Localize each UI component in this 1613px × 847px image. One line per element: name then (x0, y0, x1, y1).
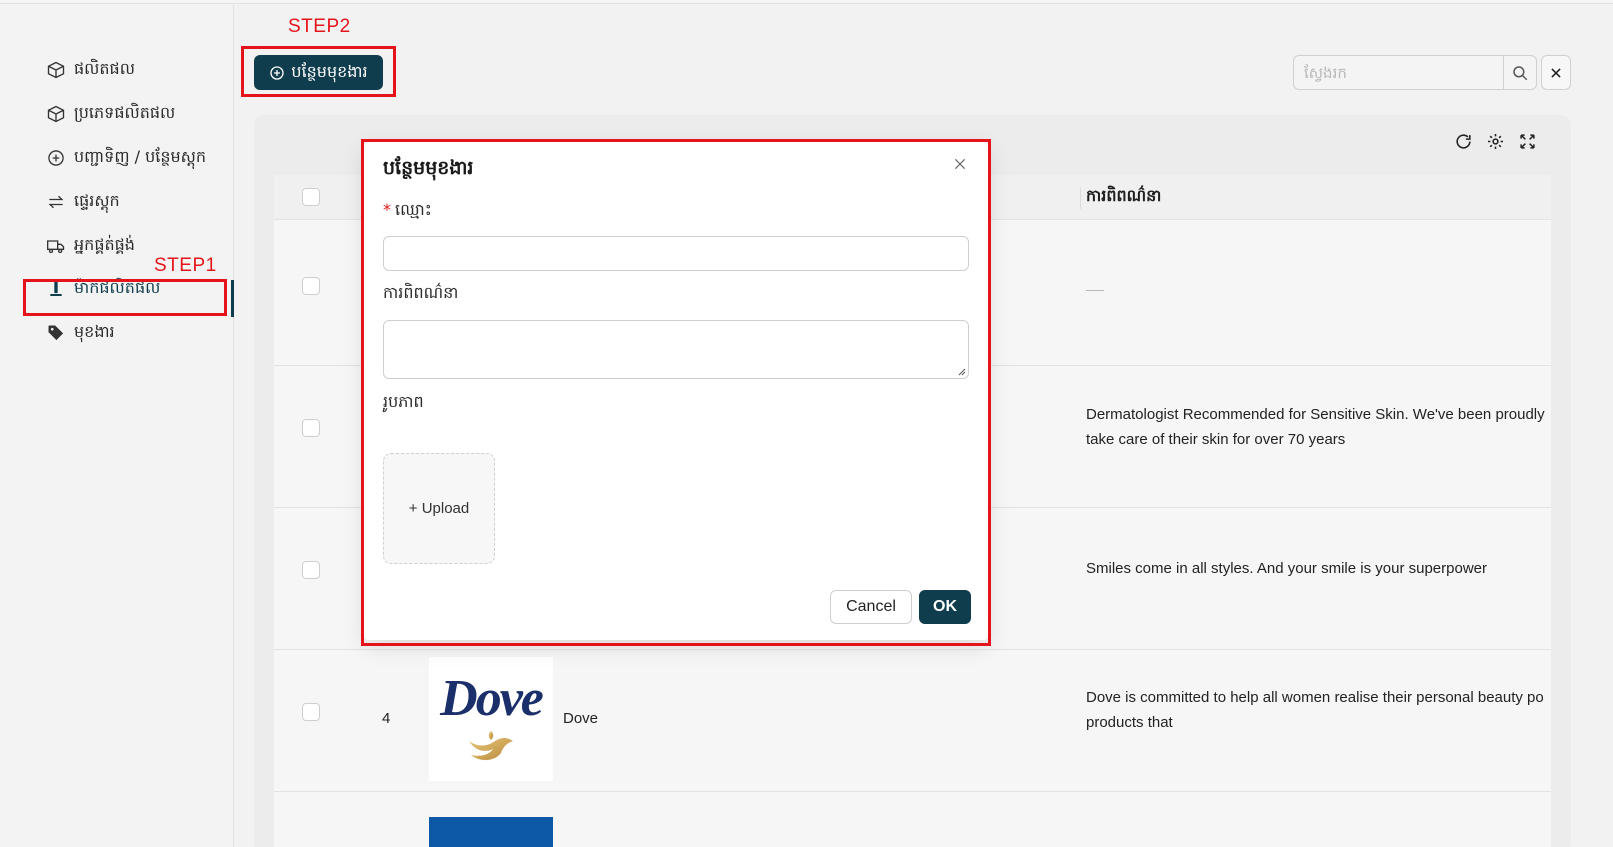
search-input[interactable] (1293, 55, 1504, 90)
sidebar (0, 5, 234, 847)
sidebar-item-products[interactable]: ផលិតផល (46, 58, 135, 82)
description-field[interactable] (383, 320, 969, 379)
brand-logo-partial (429, 817, 553, 847)
sidebar-item-transfer-stock[interactable]: ផ្ទេរស្តុក (46, 190, 120, 214)
image-label: រូបភាព (383, 392, 424, 411)
column-separator (1080, 187, 1081, 209)
row-description-line: Dove is committed to help all women real… (1086, 689, 1544, 706)
upload-button[interactable]: + Upload (383, 453, 495, 564)
description-label: ការពិពណ៌នា (383, 283, 459, 302)
search-box (1293, 55, 1542, 90)
name-label: * ឈ្មោះ (383, 199, 432, 223)
table-row: 4 Dove Dove Dove is committed to help al… (274, 646, 1551, 792)
row-description-line: take care of their skin for over 70 year… (1086, 431, 1346, 448)
top-border (0, 0, 1613, 4)
table-tools (1453, 131, 1537, 151)
close-icon (954, 158, 966, 170)
brand-icon (50, 281, 62, 296)
sidebar-item-label: បញ្ជាទិញ / បន្ថែមស្តុក (74, 147, 207, 166)
brand-name: Dove (563, 710, 599, 727)
search-icon (1513, 65, 1528, 80)
row-checkbox[interactable] (302, 703, 320, 721)
required-mark: * (383, 200, 391, 219)
reload-icon[interactable] (1453, 131, 1473, 151)
clear-search-button[interactable] (1541, 55, 1571, 90)
sidebar-item-features[interactable]: មុខងារ (46, 321, 115, 345)
dove-bird-icon (469, 731, 513, 761)
select-all-checkbox[interactable] (302, 188, 320, 206)
ok-button[interactable]: OK (919, 590, 971, 624)
step2-label: STEP2 (288, 16, 351, 37)
name-label-text: ឈ្មោះ (395, 200, 432, 219)
transfer-icon (48, 195, 64, 209)
active-indicator (231, 280, 234, 317)
dove-logo-text: Dove (440, 670, 544, 727)
empty-description-dash (1086, 290, 1104, 291)
sidebar-item-label: ផលិតផល (74, 59, 135, 78)
box-icon (47, 105, 65, 123)
brand-logo: Dove (429, 657, 553, 781)
tag-icon (48, 325, 64, 341)
add-feature-modal: បន្ថែមមុខងារ * ឈ្មោះ ការពិពណ៌នា រូបភាព + … (364, 142, 988, 640)
truck-icon (47, 240, 65, 254)
resize-grip-icon[interactable] (956, 366, 966, 376)
step1-label: STEP1 (154, 255, 217, 276)
row-checkbox[interactable] (302, 561, 320, 579)
row-description-line: Smiles come in all styles. And your smil… (1086, 560, 1487, 577)
box-icon (47, 61, 65, 79)
sidebar-item-label: ប្រភេទផលិតផល (74, 103, 176, 122)
sidebar-item-label: អ្នកផ្គត់ផ្គង់ (74, 235, 135, 254)
column-header-description: ការពិពណ៌នា (1086, 186, 1162, 205)
row-description-line: Dermatologist Recommended for Sensitive … (1086, 406, 1545, 423)
sidebar-item-product-categories[interactable]: ប្រភេទផលិតផល (46, 102, 175, 126)
sidebar-item-label: ផ្ទេរស្តុក (74, 191, 120, 210)
plus-circle-icon (270, 65, 285, 80)
add-feature-button[interactable]: បន្ថែមមុខងារ (254, 55, 383, 90)
sidebar-item-label: មុខងារ (74, 322, 115, 341)
search-button[interactable] (1504, 55, 1537, 90)
sidebar-item-orders[interactable]: បញ្ជាទិញ / បន្ថែមស្តុក (46, 146, 206, 170)
sidebar-item-brands[interactable]: ម៉ាកផលិតផល (46, 277, 160, 301)
close-icon (1551, 67, 1561, 78)
fullscreen-icon[interactable] (1517, 131, 1537, 151)
sidebar-item-suppliers[interactable]: អ្នកផ្គត់ផ្គង់ (46, 234, 135, 258)
add-feature-label: បន្ថែមមុខងារ (291, 61, 368, 81)
row-checkbox[interactable] (302, 419, 320, 437)
row-description-line: products that (1086, 714, 1173, 731)
plus-circle-icon (48, 150, 64, 166)
row-index: 4 (382, 710, 391, 727)
name-field[interactable] (383, 236, 969, 271)
cancel-button[interactable]: Cancel (830, 590, 912, 624)
row-checkbox[interactable] (302, 277, 320, 295)
modal-close-button[interactable] (950, 154, 970, 174)
modal-title: បន្ថែមមុខងារ (383, 157, 474, 179)
sidebar-item-label: ម៉ាកផលិតផល (74, 278, 161, 297)
settings-icon[interactable] (1485, 131, 1505, 151)
